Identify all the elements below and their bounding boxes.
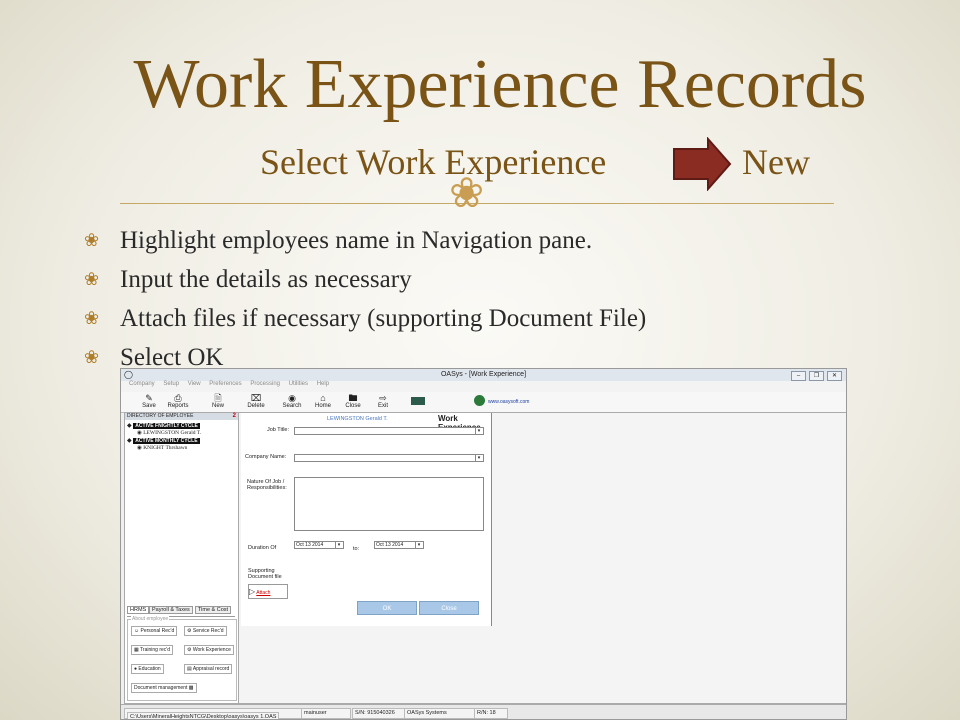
close-form-button[interactable]: Close — [419, 601, 479, 615]
menu-processing[interactable]: Processing — [250, 381, 280, 387]
navigation-pane: DIRECTORY OF EMPLOYEE 2 ◆ ACTIVE FNIGHTL… — [124, 412, 239, 704]
folder-icon: 🖿 — [348, 393, 358, 403]
bullet-item: ❀ Input the details as necessary — [84, 265, 412, 293]
globe-icon — [474, 395, 485, 406]
chevron-down-icon: ▾ — [475, 428, 482, 434]
delete-button[interactable]: ⌧ Delete — [243, 393, 269, 409]
tab-payroll-taxes[interactable]: Payroll & Taxes — [149, 606, 193, 614]
training-record-button[interactable]: ▦ Training rec'd — [131, 645, 173, 655]
personal-record-button[interactable]: ☺ Personal Rec'd — [131, 626, 178, 636]
document-management-button[interactable]: Document management ▩ — [131, 683, 197, 693]
ornament-icon: ❀ — [449, 171, 485, 217]
delete-icon: ⌧ — [250, 393, 262, 403]
restore-icon[interactable]: ❐ — [809, 371, 824, 381]
training-icon: ▦ — [134, 647, 139, 653]
expand-icon: ◆ — [127, 423, 132, 429]
new-document-icon: 🗎 — [214, 393, 222, 403]
about-employee-group: About employee ☺ Personal Rec'd ⚙ Servic… — [127, 616, 237, 701]
status-serial: S/N: 915040326 — [352, 708, 408, 719]
printer-icon: ⎙ — [174, 393, 182, 403]
tree-employee-knight[interactable]: ◉ KNIGHT Thrshawn — [137, 445, 187, 451]
home-button[interactable]: ⌂ Home — [310, 393, 336, 409]
tree-employee-lewingston[interactable]: ◉ LEWINGSTON Gerald T. — [137, 430, 201, 436]
menu-utilities[interactable]: Utilities — [289, 381, 308, 387]
bullet-ornament-icon: ❀ — [84, 269, 100, 289]
binoculars-icon: ◉ — [288, 393, 296, 403]
menu-help[interactable]: Help — [317, 381, 329, 387]
appraisal-icon: ▤ — [187, 666, 192, 672]
appraisal-record-button[interactable]: ▤ Appraisal record — [184, 664, 233, 674]
nature-of-job-textarea[interactable] — [294, 477, 484, 531]
attach-icon: ▷ — [249, 587, 256, 596]
bullet-list: ❀ Highlight employees name in Navigation … — [84, 221, 646, 377]
directory-header: DIRECTORY OF EMPLOYEE — [125, 413, 238, 420]
employee-icon: ◉ — [137, 445, 142, 451]
status-company: OASys Systems — [404, 708, 476, 719]
work-experience-pane: LEWINGSTON Gerald T. Work Experience Job… — [238, 412, 846, 704]
company-name-select[interactable]: ▾ — [294, 454, 484, 462]
menu-view[interactable]: View — [188, 381, 201, 387]
home-icon: ⌂ — [320, 393, 326, 403]
minimize-icon[interactable]: – — [791, 371, 806, 381]
tree-group-monthly[interactable]: ◆ ACTIVE MONTHLY CYCLE — [127, 437, 200, 444]
save-button[interactable]: ✎ Save — [136, 393, 162, 409]
document-icon: ▩ — [188, 685, 194, 691]
search-button[interactable]: ◉ Search — [279, 393, 305, 409]
bullet-ornament-icon: ❀ — [84, 308, 100, 328]
employee-icon: ◉ — [137, 430, 142, 436]
ok-button[interactable]: OK — [357, 601, 417, 615]
menu-company[interactable]: Company — [129, 381, 155, 387]
status-rn: R/N: 18 — [474, 708, 508, 719]
close-window-icon[interactable]: ✕ — [827, 371, 842, 381]
work-experience-button[interactable]: ⚙ Work Experience — [184, 645, 234, 655]
status-user: mainuser — [301, 708, 351, 719]
slide-title: Work Experience Records — [133, 46, 867, 123]
work-experience-form: LEWINGSTON Gerald T. Work Experience Job… — [241, 413, 492, 626]
chevron-down-icon: ▾ — [475, 455, 482, 461]
calculator-icon[interactable] — [411, 397, 425, 405]
toolbar: ✎ Save ⎙ Reports 🗎 New ⌧ Delete ◉ Search ⌂ Hom… — [121, 392, 846, 413]
chevron-down-icon: ▾ — [415, 542, 422, 548]
website-link[interactable]: www.oasysoft.com — [488, 399, 529, 405]
exit-button[interactable]: ⇨ Exit — [370, 393, 396, 409]
bullet-item: ❀ Attach files if necessary (supporting D… — [84, 304, 647, 332]
slide-subtitle-right: New — [742, 142, 810, 182]
bullet-ornament-icon: ❀ — [84, 230, 100, 250]
tree-group-fnightly[interactable]: ◆ ACTIVE FNIGHTLY CYCLE — [127, 422, 200, 429]
window-title: OASys - [Work Experience] — [440, 371, 527, 378]
job-title-select[interactable]: ▾ — [294, 427, 484, 435]
save-icon: ✎ — [145, 393, 153, 403]
exit-icon: ⇨ — [379, 393, 387, 403]
reports-button[interactable]: ⎙ Reports — [165, 393, 191, 409]
menu-setup[interactable]: Setup — [163, 381, 179, 387]
from-date-picker[interactable]: Oct 13 2014 ▾ — [294, 541, 344, 549]
expand-icon: ◆ — [127, 438, 132, 444]
education-icon: ● — [134, 666, 138, 672]
status-path: ▬ C:\Users\MineralHeightsNTCG\Desktop\oa… — [124, 708, 305, 719]
to-date-picker[interactable]: Oct 13 2014 ▾ — [374, 541, 424, 549]
new-button[interactable]: 🗎 New — [205, 393, 231, 409]
attach-button[interactable]: ▷ Attach — [248, 584, 288, 599]
app-screenshot: ◯ OASys - [Work Experience] – ❐ ✕ Compan… — [120, 368, 847, 720]
work-experience-icon: ⚙ — [187, 647, 192, 653]
bullet-item: ❀ Highlight employees name in Navigation … — [84, 226, 593, 254]
menu-preferences[interactable]: Preferences — [209, 381, 241, 387]
bullet-ornament-icon: ❀ — [84, 347, 100, 367]
service-icon: ⚙ — [187, 628, 192, 634]
directory-count-badge: 2 — [232, 413, 236, 419]
service-record-button[interactable]: ⚙ Service Rec'd — [184, 626, 227, 636]
tab-hrms[interactable]: HRMS — [127, 606, 150, 614]
status-bar: ▬ C:\Users\MineralHeightsNTCG\Desktop\oa… — [121, 704, 846, 719]
right-arrow-icon — [673, 137, 732, 191]
chevron-down-icon: ▾ — [335, 542, 342, 548]
employee-name: LEWINGSTON Gerald T. — [327, 416, 388, 422]
tab-time-cost[interactable]: Time & Cost — [195, 606, 232, 614]
slide-subtitle-left: Select Work Experience — [260, 142, 607, 182]
person-icon: ☺ — [134, 628, 140, 634]
education-button[interactable]: ● Education — [131, 664, 164, 674]
close-button[interactable]: 🖿 Close — [340, 393, 366, 409]
